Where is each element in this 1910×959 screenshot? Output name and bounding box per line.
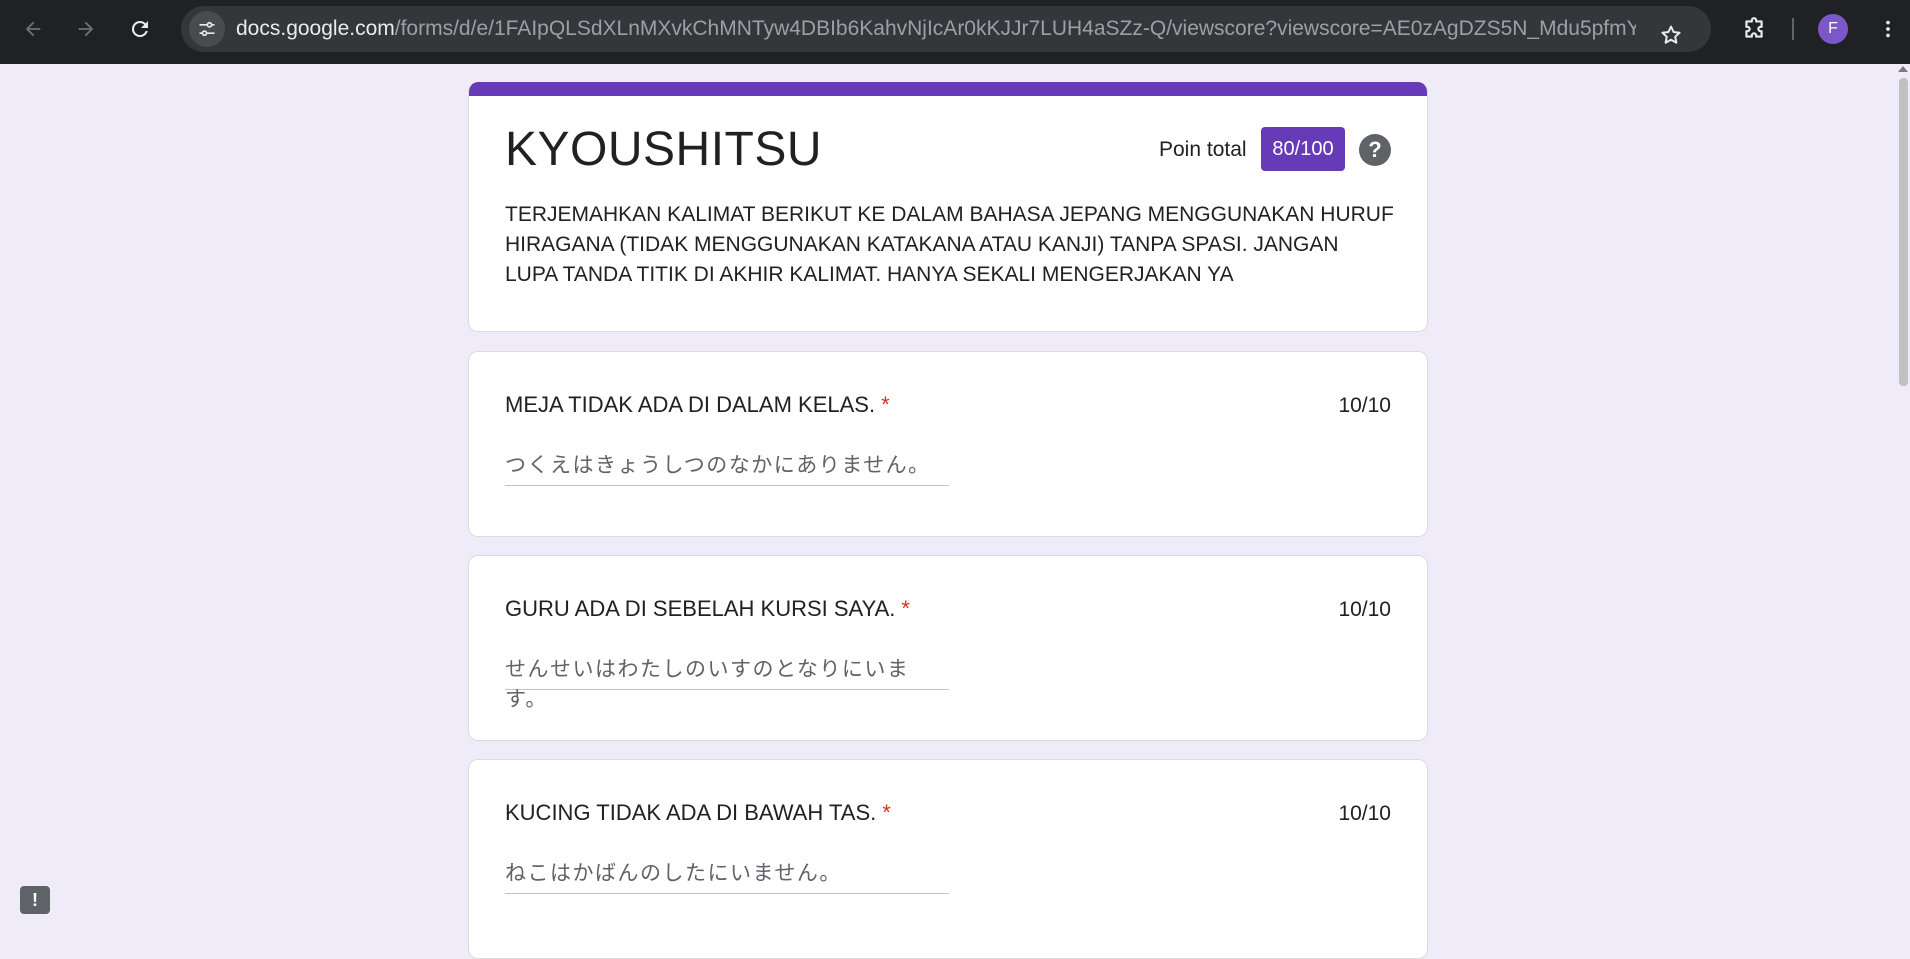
question-title: GURU ADA DI SEBELAH KURSI SAYA. * <box>505 596 910 622</box>
question-text: KUCING TIDAK ADA DI BAWAH TAS. <box>505 800 877 825</box>
required-asterisk: * <box>901 596 910 621</box>
puzzle-icon <box>1745 17 1763 38</box>
points-total-label: Poin total <box>1159 138 1247 161</box>
form-title: KYOUSHITSU <box>505 123 823 176</box>
forward-button[interactable] <box>66 9 106 49</box>
arrow-right-icon <box>78 21 94 37</box>
url-path: /forms/d/e/1FAIpQLSdXLnMXvkChMNTyw4DBIb6… <box>394 17 1636 40</box>
answer-field: せんせいはわたしのいすのとなりにいます。 <box>505 654 949 711</box>
scroll-up-arrow[interactable] <box>1898 66 1908 72</box>
question-score: 10/10 <box>1338 802 1391 825</box>
arrow-left-icon <box>25 21 41 37</box>
extensions-button[interactable] <box>1734 9 1774 49</box>
reload-icon <box>131 20 148 37</box>
reload-button[interactable] <box>120 9 160 49</box>
question-text: MEJA TIDAK ADA DI DALAM KELAS. <box>505 392 876 417</box>
question-score: 10/10 <box>1338 394 1391 417</box>
back-button[interactable] <box>13 9 53 49</box>
kebab-menu-icon <box>1886 20 1890 38</box>
question-card: GURU ADA DI SEBELAH KURSI SAYA. * 10/10 せ… <box>468 555 1428 741</box>
browser-menu-button[interactable] <box>1868 9 1908 49</box>
question-card: MEJA TIDAK ADA DI DALAM KELAS. * 10/10 つく… <box>468 351 1428 537</box>
url-host: docs.google.com <box>236 17 395 40</box>
address-bar[interactable]: docs.google.com/forms/d/e/1FAIpQLSdXLnMX… <box>181 6 1711 52</box>
star-icon <box>1661 25 1681 44</box>
profile-avatar[interactable]: F <box>1818 14 1848 44</box>
answer-field: ねこはかばんのしたにいません。 <box>505 858 949 894</box>
points-total-badge: 80/100 <box>1261 127 1345 171</box>
feedback-icon: ! <box>32 889 38 910</box>
question-card: KUCING TIDAK ADA DI BAWAH TAS. * 10/10 ねこ… <box>468 759 1428 959</box>
url-text[interactable]: docs.google.com/forms/d/e/1FAIpQLSdXLnMX… <box>236 6 1636 52</box>
header-accent-bar <box>469 82 1427 96</box>
bookmark-button[interactable] <box>1651 15 1691 55</box>
browser-toolbar: docs.google.com/forms/d/e/1FAIpQLSdXLnMX… <box>0 0 1910 64</box>
page-scrollbar[interactable] <box>1896 64 1910 932</box>
question-text: GURU ADA DI SEBELAH KURSI SAYA. <box>505 596 896 621</box>
required-asterisk: * <box>882 800 891 825</box>
site-info-button[interactable] <box>189 11 225 47</box>
question-score: 10/10 <box>1338 598 1391 621</box>
form-description: TERJEMAHKAN KALIMAT BERIKUT KE DALAM BAH… <box>505 203 1394 286</box>
toolbar-divider <box>1792 18 1794 40</box>
feedback-button[interactable]: ! <box>20 886 50 914</box>
required-asterisk: * <box>881 392 890 417</box>
scroll-thumb[interactable] <box>1899 78 1908 386</box>
help-icon[interactable]: ? <box>1359 134 1391 166</box>
tune-icon <box>199 21 215 37</box>
question-title: KUCING TIDAK ADA DI BAWAH TAS. * <box>505 800 891 826</box>
question-title: MEJA TIDAK ADA DI DALAM KELAS. * <box>505 392 890 418</box>
answer-field: つくえはきょうしつのなかにありません。 <box>505 450 949 486</box>
form-header-card: KYOUSHITSU Poin total 80/100 ? TERJEMAHK… <box>468 82 1428 332</box>
